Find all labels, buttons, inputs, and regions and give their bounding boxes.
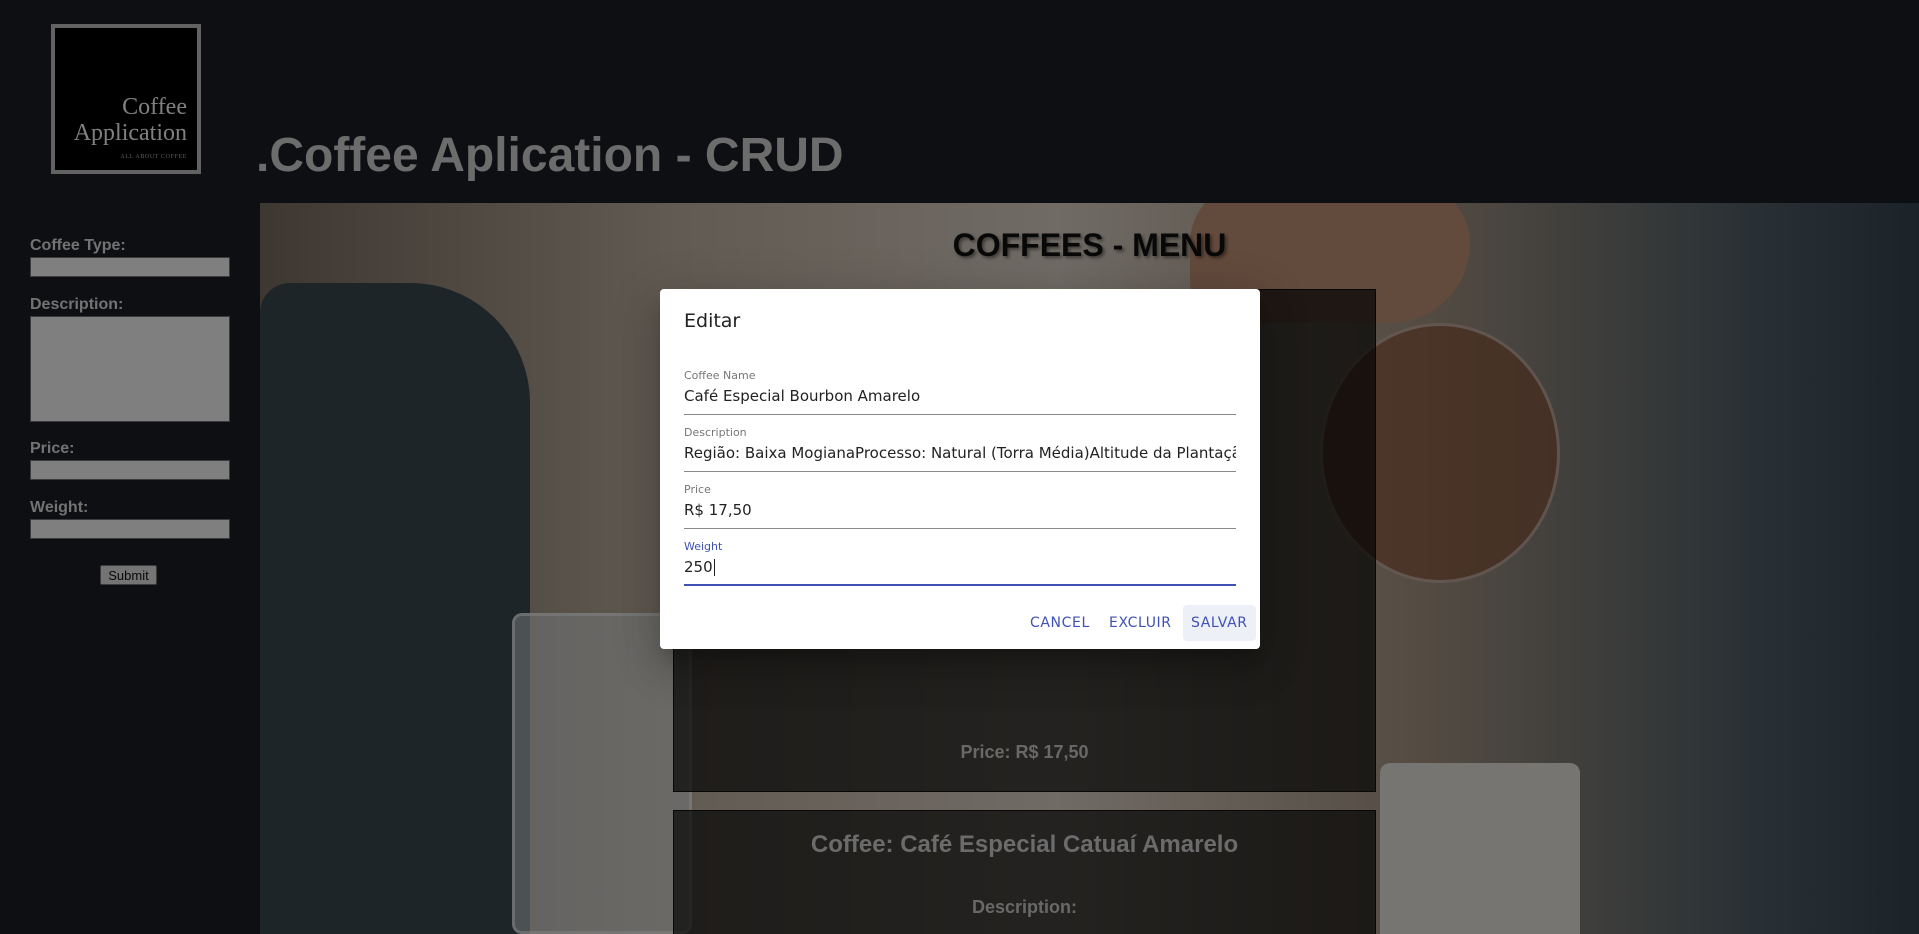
description-field[interactable]: Description Região: Baixa MogianaProcess…: [684, 426, 1236, 472]
weight-field-label: Weight: [684, 540, 723, 553]
weight-field-text: 250: [684, 558, 713, 576]
text-cursor: [713, 559, 715, 576]
price-field-value[interactable]: R$ 17,50: [684, 501, 1236, 519]
cancel-button[interactable]: Cancel: [1022, 605, 1098, 641]
excluir-button[interactable]: Excluir: [1101, 605, 1180, 641]
price-field-label: Price: [684, 483, 711, 496]
price-field[interactable]: Price R$ 17,50: [684, 483, 1236, 529]
coffee-name-value[interactable]: Café Especial Bourbon Amarelo: [684, 387, 1236, 405]
coffee-name-field[interactable]: Coffee Name Café Especial Bourbon Amarel…: [684, 369, 1236, 415]
weight-field[interactable]: Weight 250: [684, 540, 1236, 586]
weight-field-value[interactable]: 250: [684, 558, 1236, 576]
dialog-title: Editar: [684, 310, 741, 332]
description-field-label: Description: [684, 426, 747, 439]
edit-dialog: Editar Coffee Name Café Especial Bourbon…: [660, 289, 1260, 649]
description-field-value[interactable]: Região: Baixa MogianaProcesso: Natural (…: [684, 444, 1236, 462]
coffee-name-label: Coffee Name: [684, 369, 756, 382]
salvar-button[interactable]: Salvar: [1183, 605, 1256, 641]
